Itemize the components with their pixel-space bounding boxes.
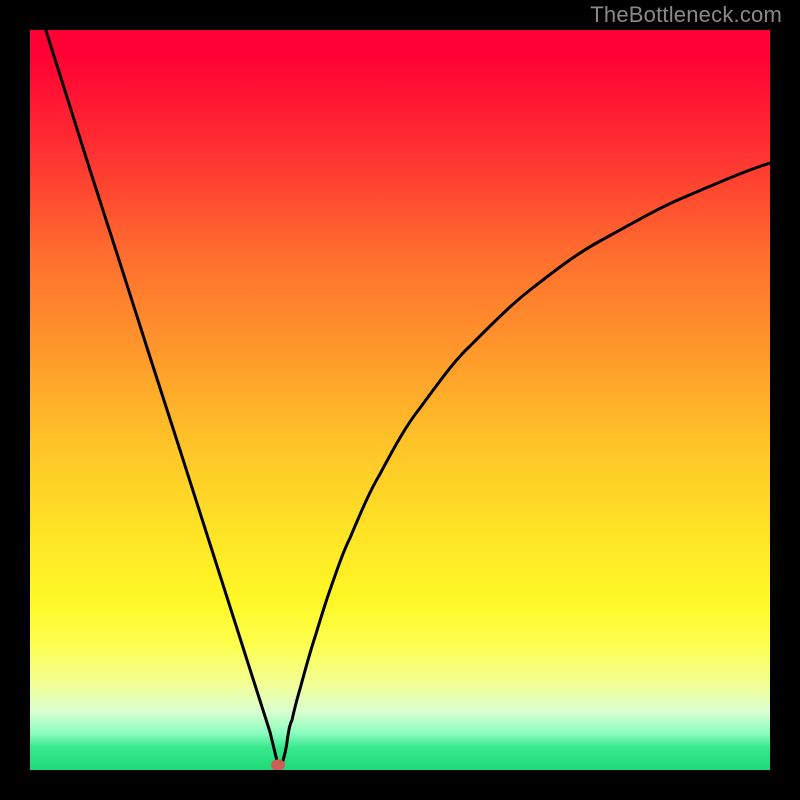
bottleneck-curve <box>30 30 770 770</box>
plot-area <box>30 30 770 770</box>
chart-frame: TheBottleneck.com <box>0 0 800 800</box>
curve-path <box>30 30 770 766</box>
minimum-marker <box>271 760 285 771</box>
watermark-text: TheBottleneck.com <box>590 2 782 28</box>
